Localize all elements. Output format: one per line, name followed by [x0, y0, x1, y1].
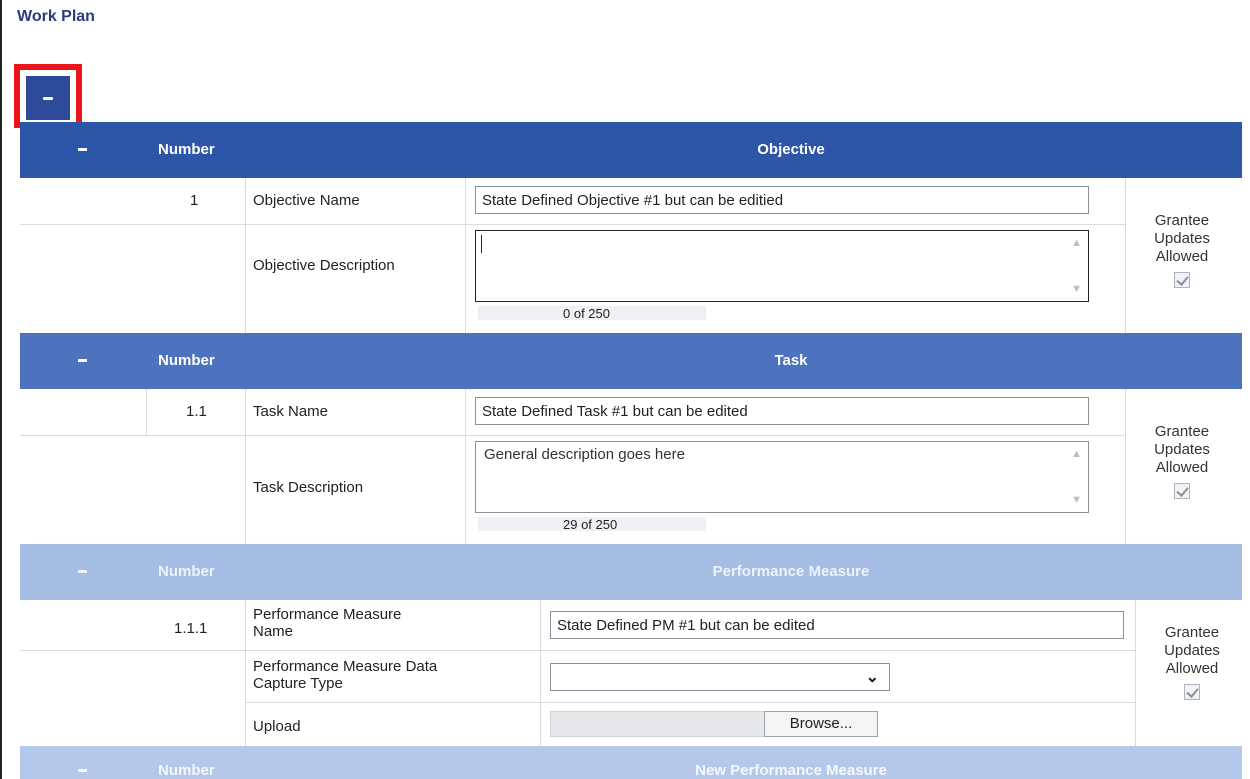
- new-performance-measure-title-header: New Performance Measure: [695, 762, 887, 779]
- upload-label: Upload: [253, 718, 301, 735]
- collapse-all-highlight: [14, 64, 82, 128]
- objective-grid: 1 Objective Name Objective Description ▲…: [20, 178, 1242, 333]
- capture-type-select[interactable]: ⌄: [550, 663, 890, 691]
- task-grid: 1.1 Task Name Task Description General d…: [20, 389, 1242, 544]
- performance-measure-grantee-updates: Grantee Updates Allowed: [1144, 624, 1240, 705]
- task-grantee-updates: Grantee Updates Allowed: [1134, 423, 1230, 504]
- minus-icon: [43, 96, 53, 100]
- upload-file-field[interactable]: [550, 711, 770, 737]
- performance-measure-title-header: Performance Measure: [712, 563, 870, 580]
- scroll-up-icon: ▲: [1071, 237, 1082, 249]
- task-name-input[interactable]: [475, 397, 1089, 425]
- work-plan-page: Work Plan Number Objective 1 Objective N…: [0, 0, 1250, 779]
- grantee-updates-checkbox[interactable]: [1184, 684, 1200, 700]
- page-title: Work Plan: [17, 8, 95, 25]
- performance-measure-number: 1.1.1: [174, 620, 208, 637]
- performance-measure-name-label: Performance Measure Name: [253, 606, 402, 640]
- scroll-down-icon: ▼: [1071, 494, 1082, 506]
- chevron-down-icon: ⌄: [865, 669, 879, 686]
- objective-description-textarea[interactable]: ▲ ▼: [475, 230, 1089, 302]
- objective-description-label: Objective Description: [253, 257, 395, 274]
- task-description-label: Task Description: [253, 479, 364, 496]
- performance-measure-grid: 1.1.1 Performance Measure Name Performan…: [20, 600, 1242, 746]
- scroll-down-icon: ▼: [1071, 283, 1082, 295]
- task-title-header: Task: [774, 352, 808, 369]
- new-performance-measure-header: Number New Performance Measure: [20, 746, 1242, 779]
- objective-grantee-updates: Grantee Updates Allowed: [1134, 212, 1230, 293]
- scroll-up-icon: ▲: [1071, 448, 1082, 460]
- objective-header: Number Objective: [20, 122, 1242, 178]
- objective-name-label: Objective Name: [253, 192, 360, 209]
- grantee-updates-checkbox[interactable]: [1174, 272, 1190, 288]
- objective-title-header: Objective: [757, 141, 825, 158]
- grantee-updates-checkbox[interactable]: [1174, 483, 1190, 499]
- objective-number: 1: [190, 192, 199, 209]
- objective-name-input[interactable]: [475, 186, 1089, 214]
- task-header: Number Task: [20, 333, 1242, 389]
- task-description-textarea[interactable]: General description goes here ▲ ▼: [475, 441, 1089, 513]
- task-name-label: Task Name: [253, 403, 329, 420]
- task-number: 1.1: [186, 403, 207, 420]
- text-caret: [481, 235, 482, 253]
- collapse-all-button[interactable]: [26, 76, 70, 120]
- task-char-counter: 29 of 250: [563, 517, 618, 532]
- browse-button[interactable]: Browse...: [764, 711, 878, 737]
- performance-measure-name-input[interactable]: [550, 611, 1124, 639]
- capture-type-label: Performance Measure Data Capture Type: [253, 658, 438, 692]
- window-edge: [0, 0, 2, 779]
- objective-char-counter: 0 of 250: [563, 306, 610, 321]
- performance-measure-header: Number Performance Measure: [20, 544, 1242, 600]
